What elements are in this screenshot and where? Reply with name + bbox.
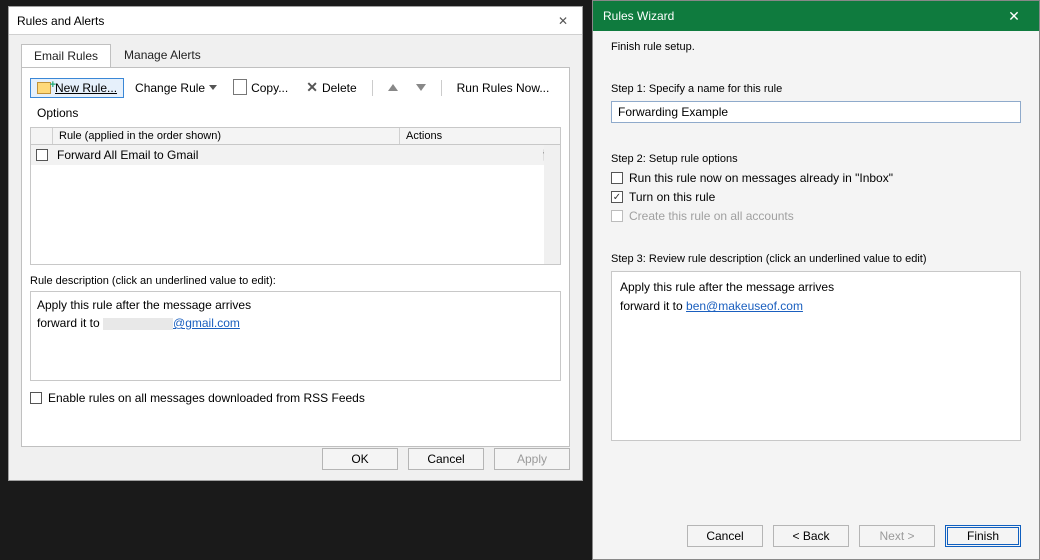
- wiz-next-button: Next >: [859, 525, 935, 547]
- rules-toolbar: New Rule... Change Rule Copy... ✕ Delete…: [30, 74, 561, 127]
- rss-option-row: Enable rules on all messages downloaded …: [30, 391, 561, 405]
- rules-and-alerts-dialog: Rules and Alerts ✕ Email Rules Manage Al…: [8, 6, 583, 481]
- rules-list[interactable]: Forward All Email to Gmail: [30, 145, 561, 265]
- delete-button[interactable]: ✕ Delete: [299, 76, 363, 99]
- chevron-down-icon: [209, 85, 217, 90]
- separator: [441, 80, 442, 96]
- desc-line-2-prefix: forward it to: [37, 316, 103, 330]
- turn-on-checkbox[interactable]: ✓: [611, 191, 623, 203]
- tab-manage-alerts-label: Manage Alerts: [124, 48, 201, 62]
- wizard-button-row: Cancel < Back Next > Finish: [687, 525, 1021, 547]
- tab-manage-alerts[interactable]: Manage Alerts: [111, 43, 214, 67]
- run-rules-now-button[interactable]: Run Rules Now...: [450, 78, 557, 98]
- rule-enable-checkbox[interactable]: [36, 149, 48, 161]
- cancel-button[interactable]: Cancel: [408, 448, 484, 470]
- move-up-button[interactable]: [381, 81, 405, 94]
- table-row[interactable]: Forward All Email to Gmail: [31, 145, 560, 165]
- wiz-finish-label: Finish: [967, 529, 999, 543]
- separator: [372, 80, 373, 96]
- triangle-down-icon: [416, 84, 426, 91]
- redacted-email-prefix: [103, 318, 173, 330]
- rules-titlebar: Rules and Alerts ✕: [9, 7, 582, 35]
- cancel-label: Cancel: [427, 452, 464, 466]
- ok-label: OK: [351, 452, 368, 466]
- apply-button[interactable]: Apply: [494, 448, 570, 470]
- turn-on-label: Turn on this rule: [629, 190, 715, 204]
- wizard-titlebar: Rules Wizard ✕: [593, 1, 1039, 31]
- wiz-forward-email-link[interactable]: ben@makeuseof.com: [686, 299, 803, 313]
- rule-name-cell: Forward All Email to Gmail: [53, 148, 400, 162]
- rule-action-icon: [542, 149, 554, 161]
- wizard-body: Finish rule setup. Step 1: Specify a nam…: [593, 31, 1039, 441]
- ok-button[interactable]: OK: [322, 448, 398, 470]
- wizard-description-box: Apply this rule after the message arrive…: [611, 271, 1021, 441]
- desc-line-2: forward it to @gmail.com: [37, 314, 554, 332]
- step3-label: Step 3: Review rule description (click a…: [611, 253, 1021, 265]
- rule-name-input[interactable]: [611, 101, 1021, 123]
- tab-strip: Email Rules Manage Alerts: [9, 35, 582, 67]
- rss-checkbox[interactable]: [30, 392, 42, 404]
- options-label: Options: [37, 106, 78, 120]
- wiz-back-label: < Back: [792, 529, 829, 543]
- wiz-next-label: Next >: [879, 529, 914, 543]
- rules-title: Rules and Alerts: [17, 14, 104, 28]
- wiz-back-button[interactable]: < Back: [773, 525, 849, 547]
- all-accounts-label: Create this rule on all accounts: [629, 209, 794, 223]
- col-actions-header: Actions: [400, 128, 560, 144]
- option-turn-on[interactable]: ✓ Turn on this rule: [611, 190, 1021, 204]
- copy-button[interactable]: Copy...: [228, 78, 295, 98]
- wizard-title: Rules Wizard: [603, 9, 674, 23]
- run-now-label: Run this rule now on messages already in…: [629, 171, 893, 185]
- options-button[interactable]: Options: [30, 103, 85, 123]
- run-now-checkbox[interactable]: [611, 172, 623, 184]
- option-all-accounts: Create this rule on all accounts: [611, 209, 1021, 223]
- rules-panel: New Rule... Change Rule Copy... ✕ Delete…: [21, 67, 570, 447]
- col-checkbox: [31, 128, 53, 144]
- wiz-finish-button[interactable]: Finish: [945, 525, 1021, 547]
- rule-description-label: Rule description (click an underlined va…: [30, 275, 561, 287]
- wiz-cancel-label: Cancel: [706, 529, 743, 543]
- wiz-desc-prefix: forward it to: [620, 299, 686, 313]
- step2-label: Step 2: Setup rule options: [611, 153, 1021, 165]
- tab-email-rules[interactable]: Email Rules: [21, 44, 111, 68]
- all-accounts-checkbox: [611, 210, 623, 222]
- desc-line-1: Apply this rule after the message arrive…: [37, 296, 554, 314]
- step1-label: Step 1: Specify a name for this rule: [611, 83, 1021, 95]
- wiz-cancel-button[interactable]: Cancel: [687, 525, 763, 547]
- move-down-button[interactable]: [409, 81, 433, 94]
- triangle-up-icon: [388, 84, 398, 91]
- finish-header: Finish rule setup.: [611, 41, 1021, 53]
- rules-wizard-dialog: Rules Wizard ✕ Finish rule setup. Step 1…: [592, 0, 1040, 560]
- tab-email-rules-label: Email Rules: [34, 49, 98, 63]
- new-rule-button[interactable]: New Rule...: [30, 78, 124, 98]
- rule-description-box: Apply this rule after the message arrive…: [30, 291, 561, 381]
- wiz-desc-line-2: forward it to ben@makeuseof.com: [620, 297, 1012, 316]
- delete-x-icon: ✕: [306, 79, 318, 96]
- rules-list-header: Rule (applied in the order shown) Action…: [30, 127, 561, 145]
- col-rule-header: Rule (applied in the order shown): [53, 128, 400, 144]
- new-rule-icon: [37, 82, 51, 94]
- delete-label: Delete: [322, 81, 357, 95]
- rss-checkbox-label: Enable rules on all messages downloaded …: [48, 391, 365, 405]
- dialog-button-row: OK Cancel Apply: [322, 448, 570, 470]
- apply-label: Apply: [517, 452, 547, 466]
- wiz-desc-line-1: Apply this rule after the message arrive…: [620, 278, 1012, 297]
- option-run-now[interactable]: Run this rule now on messages already in…: [611, 171, 1021, 185]
- change-rule-label: Change Rule: [135, 81, 205, 95]
- change-rule-button[interactable]: Change Rule: [128, 78, 224, 98]
- forward-email-link[interactable]: @gmail.com: [173, 316, 240, 330]
- new-rule-label: New Rule...: [55, 81, 117, 95]
- run-rules-now-label: Run Rules Now...: [457, 81, 550, 95]
- close-icon[interactable]: ✕: [552, 11, 574, 31]
- copy-label: Copy...: [251, 81, 288, 95]
- copy-icon: [235, 81, 247, 95]
- close-icon[interactable]: ✕: [999, 1, 1029, 31]
